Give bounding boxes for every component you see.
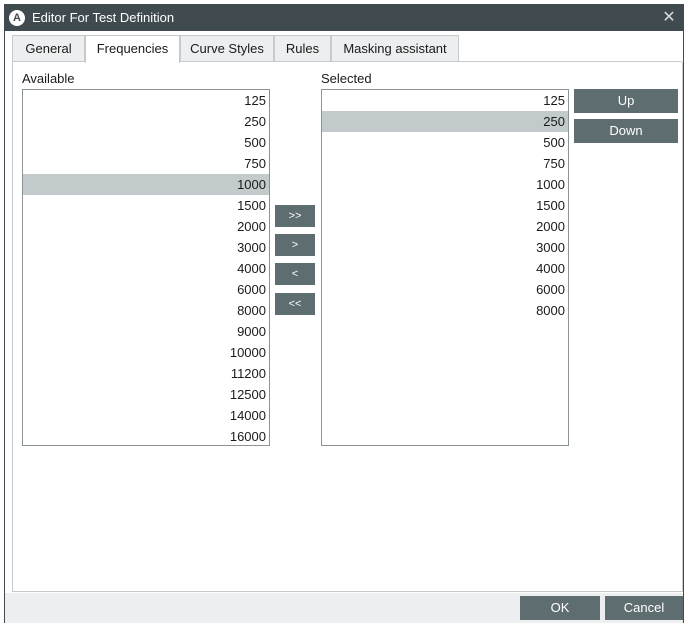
list-item[interactable]: 1000 <box>322 174 568 195</box>
tab-frequencies[interactable]: Frequencies <box>85 35 180 63</box>
available-label: Available <box>22 71 75 86</box>
list-item-selected[interactable]: 1000 <box>23 174 269 195</box>
list-item[interactable]: 2000 <box>322 216 568 237</box>
list-item[interactable]: 125 <box>322 90 568 111</box>
list-item[interactable]: 6000 <box>23 279 269 300</box>
add-button[interactable]: > <box>275 234 315 256</box>
selected-list[interactable]: 125 250 500 750 1000 1500 2000 3000 4000… <box>321 89 569 446</box>
available-list[interactable]: 125 250 500 750 1000 1500 2000 3000 4000… <box>22 89 270 446</box>
footer-bar: OK Cancel <box>5 593 683 623</box>
list-item[interactable]: 750 <box>23 153 269 174</box>
list-item[interactable]: 16000 <box>23 426 269 445</box>
close-icon[interactable]: ✕ <box>661 8 677 28</box>
list-item[interactable]: 2000 <box>23 216 269 237</box>
list-item[interactable]: 500 <box>322 132 568 153</box>
ok-button[interactable]: OK <box>520 596 600 620</box>
editor-window: A Editor For Test Definition ✕ General F… <box>4 4 684 623</box>
list-item[interactable]: 1500 <box>322 195 568 216</box>
list-item[interactable]: 1500 <box>23 195 269 216</box>
remove-button[interactable]: < <box>275 263 315 285</box>
cancel-button[interactable]: Cancel <box>605 596 683 620</box>
list-item[interactable]: 14000 <box>23 405 269 426</box>
frequencies-panel: Available Selected 125 250 500 750 1000 … <box>12 62 683 592</box>
tab-general[interactable]: General <box>12 35 85 62</box>
remove-all-button[interactable]: << <box>275 293 315 315</box>
list-item[interactable]: 8000 <box>322 300 568 321</box>
selected-label: Selected <box>321 71 372 86</box>
down-button[interactable]: Down <box>574 119 678 143</box>
list-item[interactable]: 9000 <box>23 321 269 342</box>
list-item[interactable]: 3000 <box>322 237 568 258</box>
add-all-button[interactable]: >> <box>275 205 315 227</box>
title-bar: A Editor For Test Definition ✕ <box>5 5 683 31</box>
list-item[interactable]: 250 <box>23 111 269 132</box>
list-item[interactable]: 3000 <box>23 237 269 258</box>
list-item[interactable]: 8000 <box>23 300 269 321</box>
tab-curve-styles[interactable]: Curve Styles <box>180 35 274 62</box>
list-item[interactable]: 6000 <box>322 279 568 300</box>
list-item[interactable]: 125 <box>23 90 269 111</box>
tab-masking-assistant[interactable]: Masking assistant <box>331 35 459 62</box>
window-title: Editor For Test Definition <box>32 10 175 25</box>
up-button[interactable]: Up <box>574 89 678 113</box>
list-item-selected[interactable]: 250 <box>322 111 568 132</box>
list-item[interactable]: 12500 <box>23 384 269 405</box>
list-item[interactable]: 750 <box>322 153 568 174</box>
list-item[interactable]: 11200 <box>23 363 269 384</box>
tab-rules[interactable]: Rules <box>274 35 331 62</box>
list-item[interactable]: 10000 <box>23 342 269 363</box>
list-item[interactable]: 4000 <box>23 258 269 279</box>
list-item[interactable]: 500 <box>23 132 269 153</box>
app-logo-icon: A <box>9 10 25 26</box>
list-item[interactable]: 4000 <box>322 258 568 279</box>
